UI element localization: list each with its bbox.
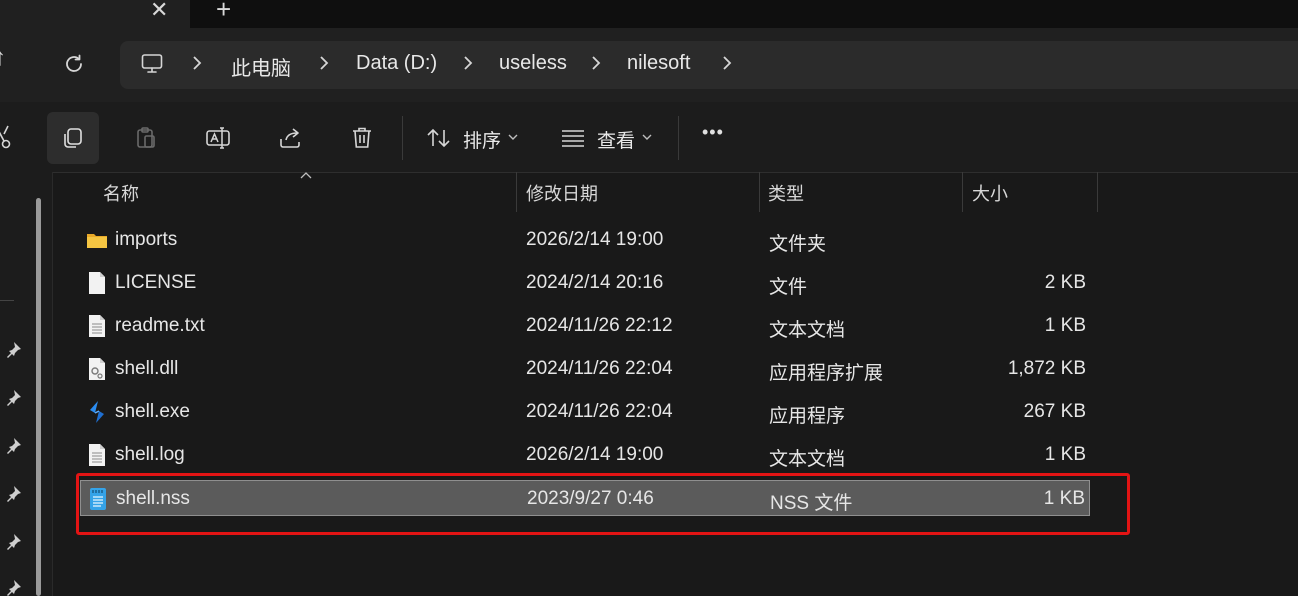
paste-icon (137, 127, 155, 148)
sort-ascending-icon (300, 172, 312, 179)
file-size: 2 KB (1044, 272, 1086, 293)
nilesoft-app-icon (90, 401, 104, 423)
chevron-right-icon[interactable] (190, 53, 204, 73)
up-arrow-icon[interactable]: ↑ (0, 44, 6, 72)
file-size: 1 KB (1044, 315, 1086, 336)
pin-icon[interactable] (5, 484, 23, 502)
breadcrumb-useless[interactable]: useless (499, 52, 567, 75)
column-header-date[interactable]: 修改日期 (526, 180, 598, 206)
pin-icon[interactable] (5, 436, 23, 454)
tab-strip (0, 0, 1298, 28)
chevron-down-icon[interactable] (642, 133, 652, 141)
file-name: shell.dll (115, 358, 179, 379)
cut-icon[interactable] (0, 124, 16, 150)
view-icon[interactable] (560, 128, 586, 148)
file-name: LICENSE (115, 272, 197, 293)
toolbar-divider (402, 116, 403, 160)
file-date: 2024/2/14 20:16 (526, 272, 664, 293)
dll-file-icon (89, 358, 105, 380)
chevron-right-icon[interactable] (461, 53, 475, 73)
file-size: 1 KB (1044, 444, 1086, 465)
file-size: 1,872 KB (1007, 358, 1086, 379)
column-divider[interactable] (962, 172, 963, 212)
this-pc-icon[interactable] (140, 52, 164, 76)
chevron-down-icon[interactable] (508, 133, 518, 141)
new-tab-icon[interactable]: + (216, 0, 231, 25)
file-row[interactable]: shell.dll 2024/11/26 22:04 应用程序扩展 1,872 … (80, 351, 1090, 387)
highlight-box (76, 473, 1130, 535)
more-options-icon[interactable]: ••• (702, 122, 724, 143)
share-button[interactable] (264, 112, 316, 164)
share-icon (280, 128, 300, 148)
column-header-name[interactable]: 名称 (103, 180, 139, 206)
column-header-type[interactable]: 类型 (768, 180, 804, 206)
column-divider[interactable] (759, 172, 760, 212)
file-type: 应用程序 (769, 406, 846, 427)
sort-icon[interactable] (426, 126, 452, 150)
file-row[interactable]: shell.exe 2024/11/26 22:04 应用程序 267 KB (80, 394, 1090, 430)
file-size: 267 KB (1023, 401, 1086, 422)
file-row[interactable]: LICENSE 2024/2/14 20:16 文件 2 KB (80, 265, 1090, 301)
file-date: 2026/2/14 19:00 (526, 229, 664, 250)
copy-icon (64, 128, 82, 148)
folder-icon (87, 234, 107, 248)
chevron-right-icon[interactable] (589, 53, 603, 73)
column-divider[interactable] (1097, 172, 1098, 212)
file-name: shell.exe (115, 401, 190, 422)
sort-button[interactable]: 排序 (463, 126, 501, 153)
rename-button[interactable] (192, 112, 244, 164)
close-tab-icon[interactable]: ✕ (150, 0, 168, 23)
view-button[interactable]: 查看 (597, 126, 635, 153)
file-date: 2024/11/26 22:04 (526, 401, 673, 422)
chevron-right-icon[interactable] (720, 53, 734, 73)
column-header-size[interactable]: 大小 (972, 180, 1008, 206)
file-row[interactable]: imports 2026/2/14 19:00 文件夹 (80, 222, 1090, 258)
file-type: 文件夹 (769, 234, 827, 255)
file-date: 2024/11/26 22:12 (526, 315, 673, 336)
breadcrumb-data-drive[interactable]: Data (D:) (356, 52, 437, 75)
sidebar-scrollbar[interactable] (36, 198, 41, 596)
file-date: 2024/11/26 22:04 (526, 358, 673, 379)
delete-button[interactable] (336, 112, 388, 164)
breadcrumb-this-pc[interactable]: 此电脑 (231, 52, 291, 81)
file-icon (89, 272, 105, 294)
file-type: 文件 (769, 277, 808, 298)
pin-icon[interactable] (5, 578, 23, 596)
file-name: imports (115, 229, 178, 250)
file-row[interactable]: readme.txt 2024/11/26 22:12 文本文档 1 KB (80, 308, 1090, 344)
file-type: 应用程序扩展 (769, 363, 884, 384)
file-date: 2026/2/14 19:00 (526, 444, 664, 465)
chevron-right-icon[interactable] (317, 53, 331, 73)
copy-button[interactable] (47, 112, 99, 164)
pin-icon[interactable] (5, 340, 23, 358)
pin-icon[interactable] (5, 388, 23, 406)
paste-button[interactable] (120, 112, 172, 164)
pin-icon[interactable] (5, 532, 23, 550)
trash-icon (353, 127, 371, 148)
file-row[interactable]: shell.log 2026/2/14 19:00 文本文档 1 KB (80, 437, 1090, 473)
sidebar-divider (0, 300, 14, 301)
file-type: 文本文档 (769, 320, 846, 341)
column-divider[interactable] (516, 172, 517, 212)
file-type: 文本文档 (769, 449, 846, 470)
rename-icon (206, 127, 230, 149)
text-file-icon (89, 444, 105, 466)
address-bar[interactable] (120, 41, 1298, 89)
file-name: readme.txt (115, 315, 205, 336)
text-file-icon (89, 315, 105, 337)
toolbar-divider (678, 116, 679, 160)
refresh-icon[interactable] (62, 52, 86, 76)
file-name: shell.log (115, 444, 185, 465)
breadcrumb-nilesoft[interactable]: nilesoft (627, 52, 690, 75)
